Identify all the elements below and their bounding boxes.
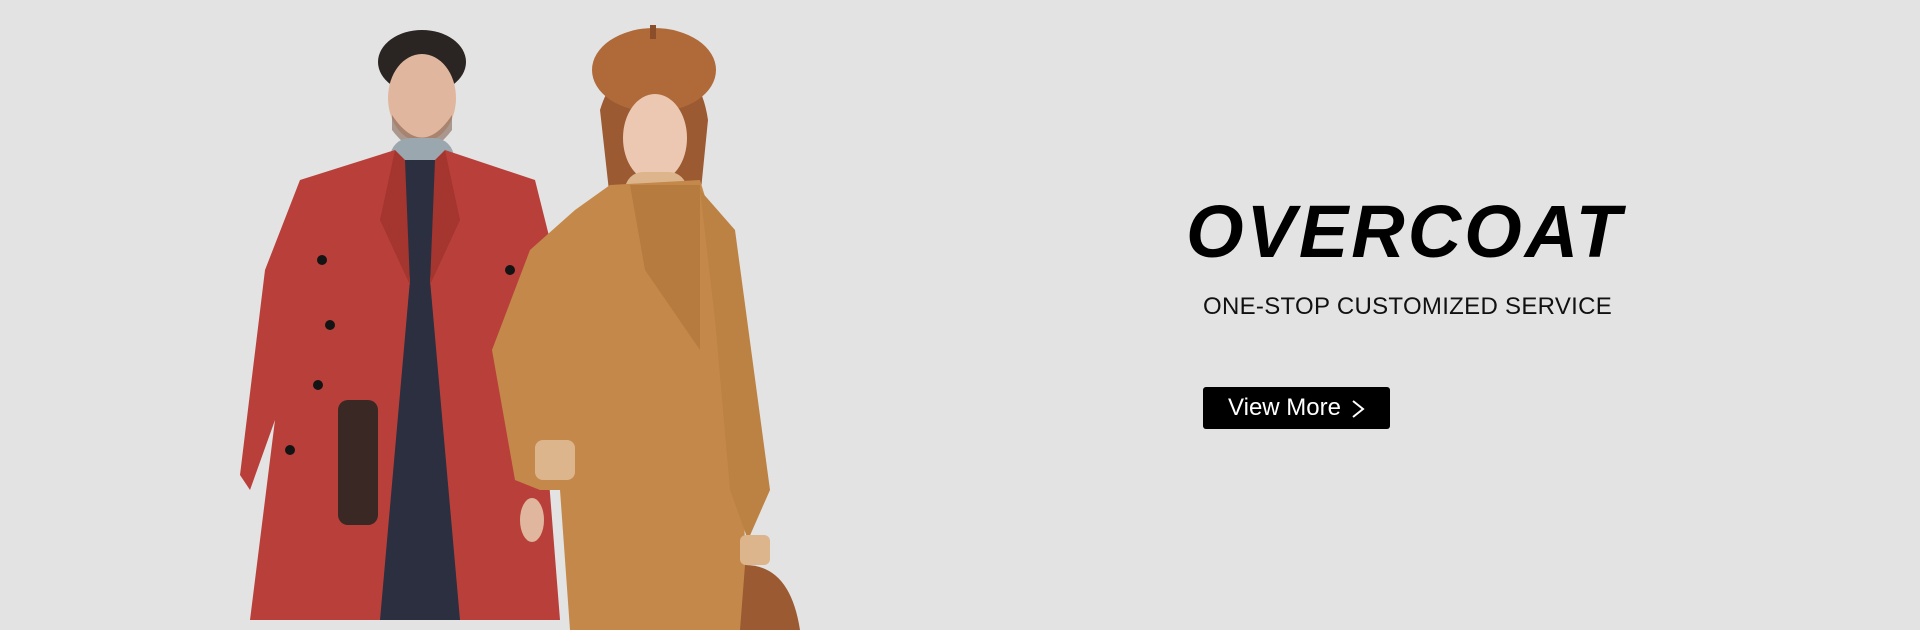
hero-banner: OVERCOAT ONE-STOP CUSTOMIZED SERVICE Vie… xyxy=(0,0,1920,630)
chevron-right-icon xyxy=(1351,398,1365,418)
view-more-button[interactable]: View More xyxy=(1203,387,1390,429)
banner-subtitle: ONE-STOP CUSTOMIZED SERVICE xyxy=(1203,293,1613,320)
page-bottom-strip xyxy=(0,630,1920,634)
view-more-label: View More xyxy=(1228,394,1341,421)
banner-title: OVERCOAT xyxy=(1186,190,1624,273)
models-photo xyxy=(230,20,950,630)
